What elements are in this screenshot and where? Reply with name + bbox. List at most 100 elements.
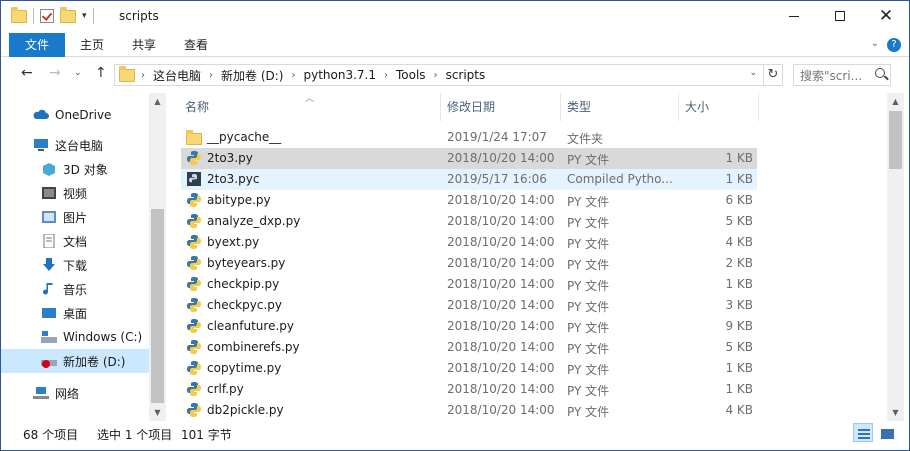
- refresh-button[interactable]: ↻: [764, 64, 783, 86]
- nav-item-network[interactable]: 网络: [1, 381, 149, 405]
- file-name: abitype.py: [207, 193, 271, 207]
- scroll-down-icon[interactable]: ▼: [149, 404, 166, 421]
- breadcrumb-separator[interactable]: ›: [209, 70, 213, 81]
- scroll-thumb[interactable]: [151, 209, 164, 403]
- file-size: 1 KB: [725, 382, 753, 396]
- file-date: 2019/5/17 16:06: [447, 172, 547, 186]
- file-name: combinerefs.py: [207, 340, 300, 354]
- file-type: PY 文件: [567, 363, 610, 377]
- breadcrumb-separator[interactable]: ›: [434, 70, 438, 81]
- customize-toolbar-icon[interactable]: ▾: [82, 11, 87, 21]
- file-row[interactable]: byteyears.py 2018/10/20 14:00 PY 文件 2 KB: [181, 253, 757, 274]
- file-row[interactable]: __pycache__ 2019/1/24 17:07 文件夹: [181, 127, 757, 148]
- nav-label: 新加卷 (D:): [63, 354, 126, 369]
- address-bar-row: ← → ⌄ ↑ › 这台电脑 › 新加卷 (D:) › python3.7.1 …: [1, 57, 909, 93]
- file-size: 4 KB: [725, 403, 753, 417]
- maximize-icon: [835, 11, 845, 21]
- nav-item-drive-c[interactable]: Windows (C:): [1, 325, 149, 349]
- file-date: 2018/10/20 14:00: [447, 361, 555, 375]
- nav-item-3d-objects[interactable]: 3D 对象: [1, 157, 149, 181]
- tab-view[interactable]: 查看: [171, 33, 221, 57]
- file-row[interactable]: crlf.py 2018/10/20 14:00 PY 文件 1 KB: [181, 379, 757, 400]
- help-icon[interactable]: ?: [887, 38, 901, 52]
- column-header-type[interactable]: 类型: [561, 93, 679, 121]
- new-folder-icon[interactable]: [60, 6, 76, 23]
- breadcrumb-item[interactable]: 这台电脑: [153, 67, 201, 84]
- file-size: 3 KB: [725, 298, 753, 312]
- ribbon-tabs: 文件 主页 共享 查看 ⌄ ?: [1, 33, 909, 57]
- file-name: checkpip.py: [207, 277, 280, 291]
- file-row[interactable]: 2to3.pyc 2019/5/17 16:06 Compiled Pytho...…: [181, 169, 757, 190]
- python-file-icon: [187, 382, 201, 396]
- file-row[interactable]: db2pickle.py 2018/10/20 14:00 PY 文件 4 KB: [181, 400, 757, 421]
- file-row[interactable]: checkpyc.py 2018/10/20 14:00 PY 文件 3 KB: [181, 295, 757, 316]
- file-size: 2 KB: [725, 256, 753, 270]
- column-header-name[interactable]: 名称: [179, 93, 441, 121]
- file-size: 1 KB: [725, 277, 753, 291]
- column-header-date[interactable]: 修改日期: [441, 93, 561, 121]
- file-type: PY 文件: [567, 153, 610, 167]
- scroll-up-icon[interactable]: ▲: [887, 93, 904, 110]
- python-file-icon: [187, 214, 201, 228]
- file-date: 2018/10/20 14:00: [447, 214, 555, 228]
- tab-file[interactable]: 文件: [9, 33, 65, 57]
- file-row[interactable]: checkpip.py 2018/10/20 14:00 PY 文件 1 KB: [181, 274, 757, 295]
- breadcrumb-item[interactable]: Tools: [396, 68, 426, 82]
- scroll-down-icon[interactable]: ▼: [887, 404, 904, 421]
- scroll-up-icon[interactable]: ▲: [149, 93, 166, 110]
- forward-button[interactable]: →: [49, 65, 61, 81]
- expand-ribbon-icon[interactable]: ⌄: [871, 38, 879, 49]
- nav-item-onedrive[interactable]: OneDrive: [1, 103, 149, 127]
- file-row[interactable]: cleanfuture.py 2018/10/20 14:00 PY 文件 9 KB: [181, 316, 757, 337]
- nav-item-documents[interactable]: 文档: [1, 229, 149, 253]
- file-name: crlf.py: [207, 382, 244, 396]
- nav-item-this-pc[interactable]: 这台电脑: [1, 133, 149, 157]
- breadcrumb-item[interactable]: 新加卷 (D:): [221, 67, 283, 84]
- nav-item-drive-d[interactable]: 新加卷 (D:): [1, 349, 149, 373]
- file-date: 2018/10/20 14:00: [447, 277, 555, 291]
- recent-locations-icon[interactable]: ⌄: [74, 68, 82, 78]
- column-header-row: ︿ 名称 修改日期 类型 大小: [169, 93, 887, 121]
- breadcrumb-separator[interactable]: ›: [384, 70, 388, 81]
- nav-item-desktop[interactable]: 桌面: [1, 301, 149, 325]
- file-row[interactable]: copytime.py 2018/10/20 14:00 PY 文件 1 KB: [181, 358, 757, 379]
- nav-item-pictures[interactable]: 图片: [1, 205, 149, 229]
- file-list-scrollbar[interactable]: ▲ ▼: [887, 93, 904, 421]
- breadcrumb-item[interactable]: scripts: [446, 68, 486, 82]
- file-date: 2018/10/20 14:00: [447, 235, 555, 249]
- file-date: 2018/10/20 14:00: [447, 382, 555, 396]
- file-row[interactable]: abitype.py 2018/10/20 14:00 PY 文件 6 KB: [181, 190, 757, 211]
- file-size: 5 KB: [725, 214, 753, 228]
- python-file-icon: [187, 151, 201, 165]
- scroll-thumb[interactable]: [889, 111, 902, 169]
- file-row[interactable]: byext.py 2018/10/20 14:00 PY 文件 4 KB: [181, 232, 757, 253]
- up-button[interactable]: ↑: [95, 65, 107, 81]
- large-icons-view-button[interactable]: [877, 423, 897, 442]
- nav-item-music[interactable]: 音乐: [1, 277, 149, 301]
- nav-scrollbar[interactable]: ▲ ▼: [149, 93, 166, 421]
- nav-item-videos[interactable]: 视频: [1, 181, 149, 205]
- back-button[interactable]: ←: [21, 65, 33, 81]
- address-dropdown-icon[interactable]: ⌄: [749, 68, 757, 78]
- close-button[interactable]: ✕: [863, 1, 909, 31]
- search-input[interactable]: 搜索"scri...: [793, 64, 891, 86]
- breadcrumb-item[interactable]: python3.7.1: [303, 68, 376, 82]
- details-view-button[interactable]: [853, 423, 873, 442]
- file-date: 2018/10/20 14:00: [447, 298, 555, 312]
- python-file-icon: [187, 256, 201, 270]
- file-date: 2018/10/20 14:00: [447, 151, 555, 165]
- tab-share[interactable]: 共享: [119, 33, 169, 57]
- tab-home[interactable]: 主页: [67, 33, 117, 57]
- nav-label: 图片: [63, 210, 88, 225]
- nav-item-downloads[interactable]: 下载: [1, 253, 149, 277]
- file-row[interactable]: 2to3.py 2018/10/20 14:00 PY 文件 1 KB: [181, 148, 757, 169]
- column-header-size[interactable]: 大小: [679, 93, 759, 121]
- file-row[interactable]: analyze_dxp.py 2018/10/20 14:00 PY 文件 5 KB: [181, 211, 757, 232]
- file-type: PY 文件: [567, 342, 610, 356]
- minimize-button[interactable]: [771, 1, 817, 31]
- address-bar[interactable]: › 这台电脑 › 新加卷 (D:) › python3.7.1 › Tools …: [114, 64, 764, 86]
- breadcrumb-separator[interactable]: ›: [291, 70, 295, 81]
- file-row[interactable]: combinerefs.py 2018/10/20 14:00 PY 文件 5 KB: [181, 337, 757, 358]
- maximize-button[interactable]: [817, 1, 863, 31]
- properties-icon[interactable]: [40, 9, 54, 23]
